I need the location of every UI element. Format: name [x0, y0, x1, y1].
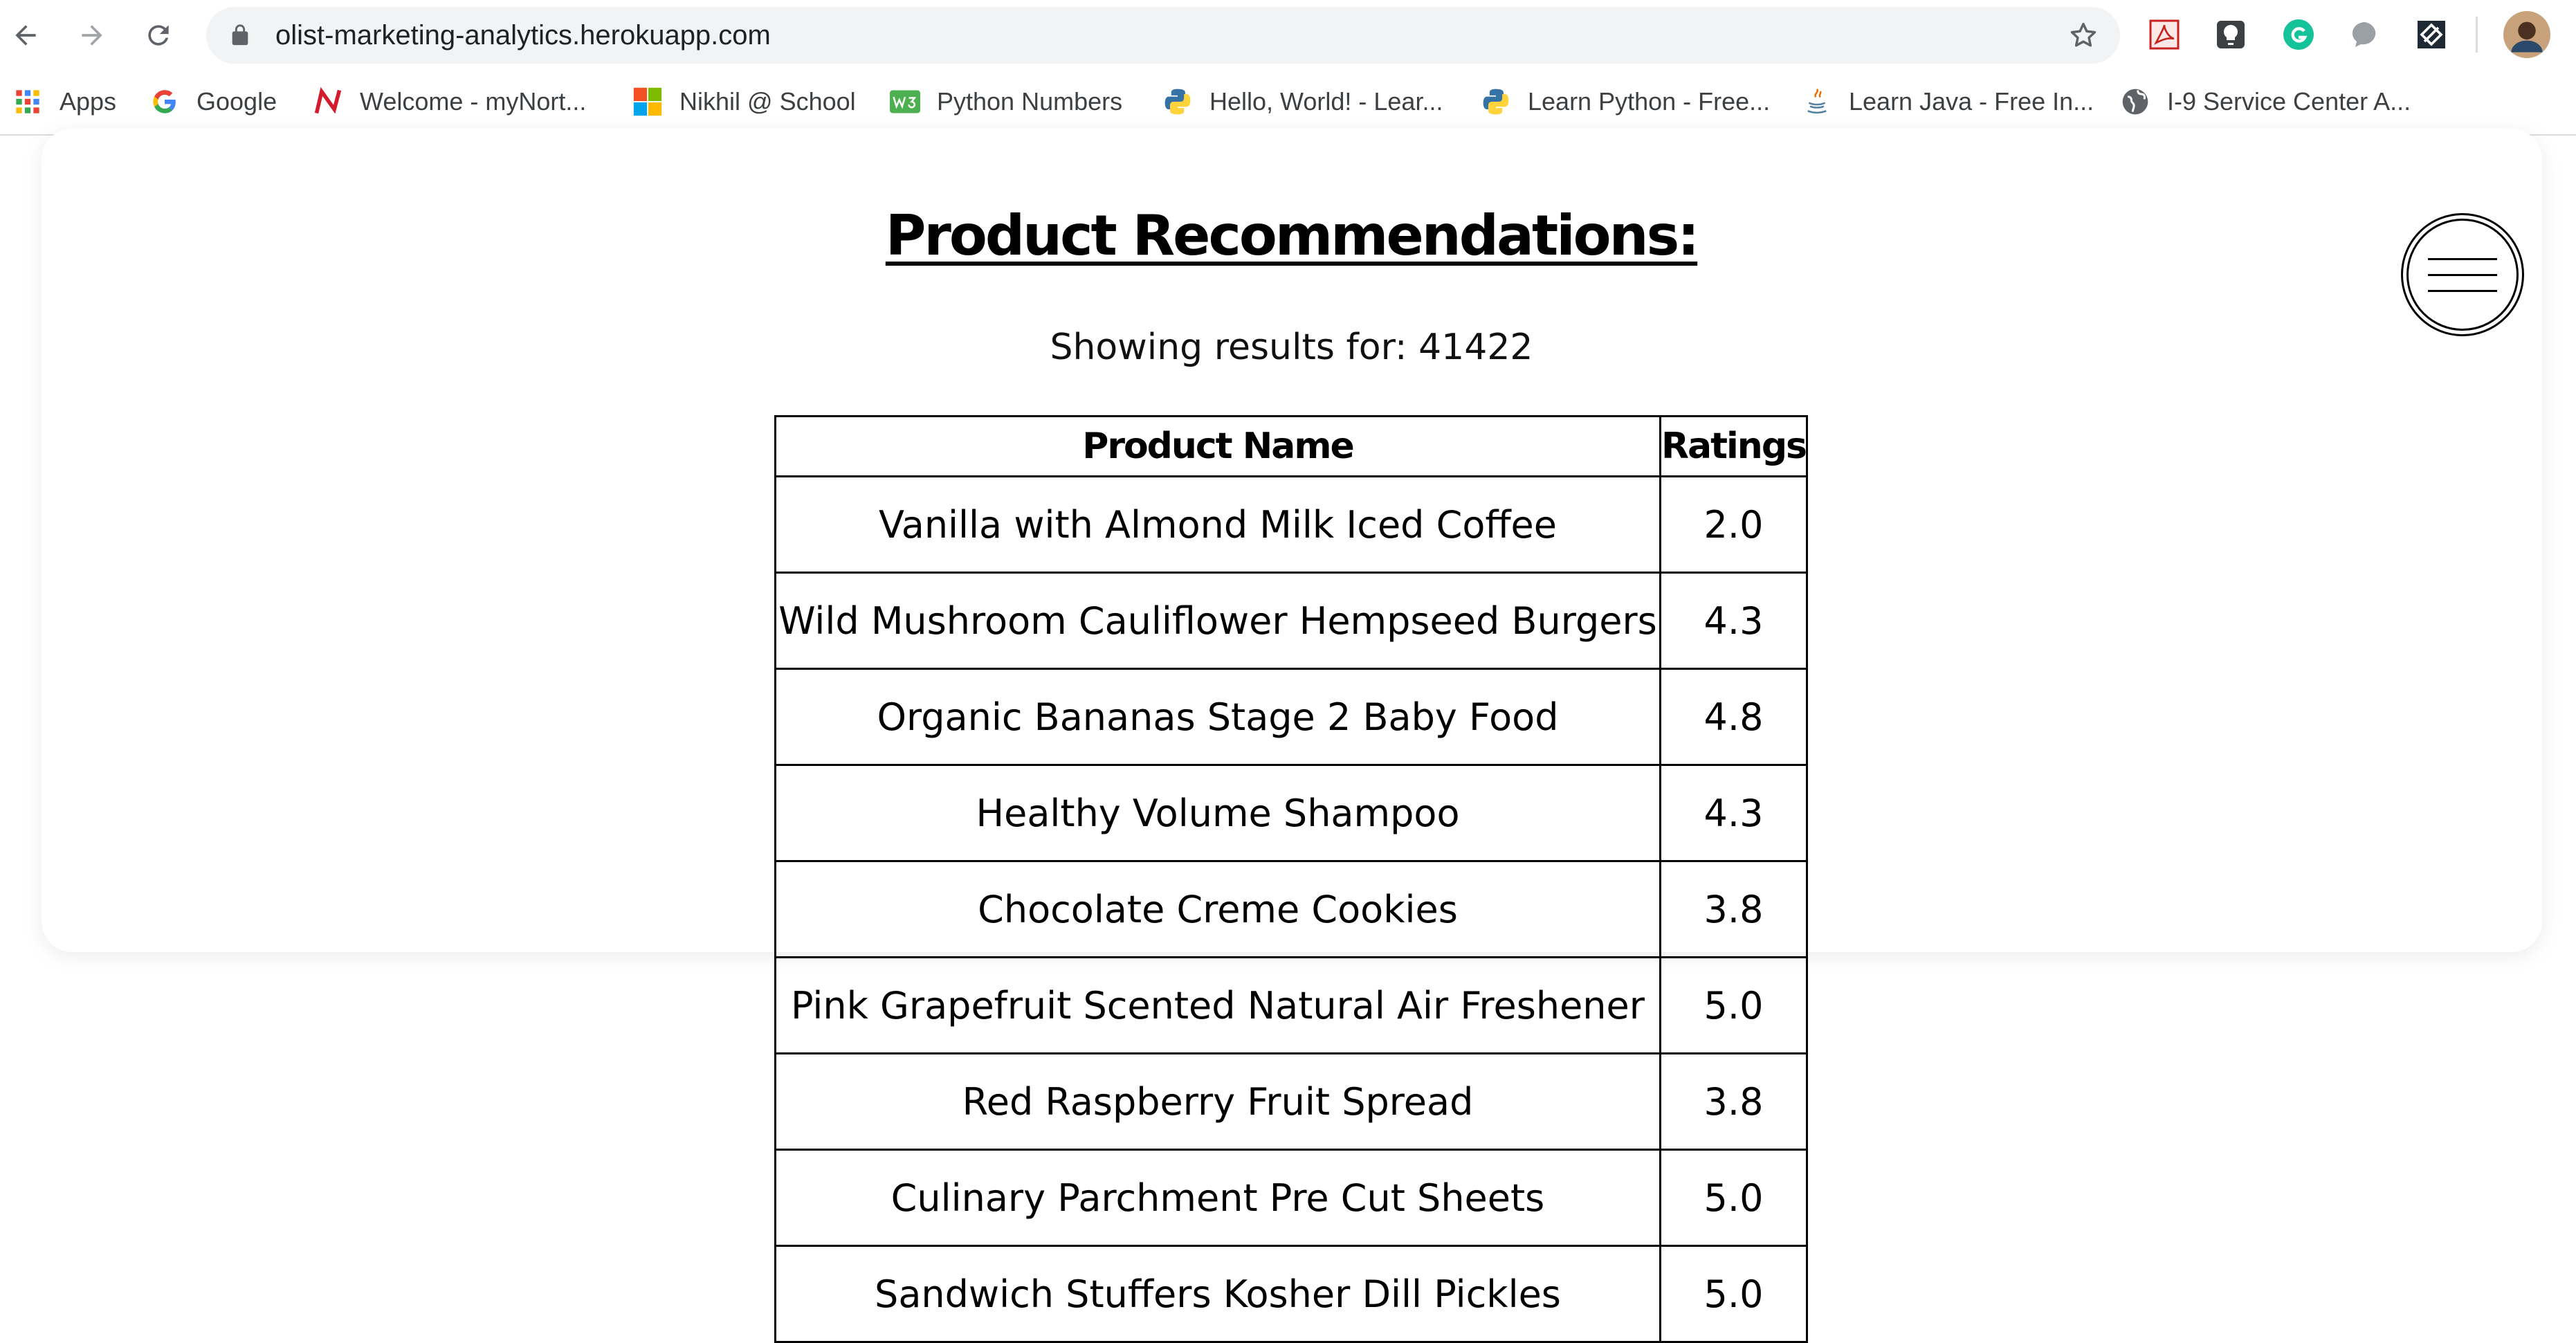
table-row: Chocolate Creme Cookies 3.8 — [774, 860, 1809, 958]
back-arrow-icon[interactable] — [4, 14, 47, 57]
table-header-row: Product Name Ratings — [774, 415, 1809, 477]
rating-cell: 4.3 — [1659, 764, 1809, 862]
column-header-ratings: Ratings — [1659, 415, 1809, 477]
forward-arrow-icon[interactable] — [71, 14, 113, 57]
toolbar-separator — [2476, 17, 2478, 53]
python-icon — [1162, 86, 1193, 117]
product-name-cell: Wild Mushroom Cauliflower Hempseed Burge… — [774, 572, 1661, 670]
google-icon — [149, 86, 180, 117]
grammarly-icon[interactable] — [2279, 15, 2318, 54]
table-row: Culinary Parchment Pre Cut Sheets 5.0 — [774, 1149, 1809, 1247]
bookmark-label: I-9 Service Center A... — [2167, 87, 2411, 116]
rating-cell: 4.3 — [1659, 572, 1809, 670]
rating-cell: 5.0 — [1659, 1245, 1809, 1343]
pdf-extension-icon[interactable] — [2145, 15, 2184, 54]
bookmark-python-numbers[interactable]: Python Numbers — [890, 69, 1122, 134]
apps-grid-icon — [12, 86, 43, 117]
product-name-cell: Sandwich Stuffers Kosher Dill Pickles — [774, 1245, 1661, 1343]
browser-toolbar: olist-marketing-analytics.herokuapp.com — [0, 0, 2576, 69]
bookmark-label: Apps — [60, 87, 117, 116]
avatar[interactable] — [2503, 11, 2550, 58]
bookmark-google[interactable]: Google — [149, 69, 277, 134]
rating-cell: 3.8 — [1659, 1052, 1809, 1151]
product-name-cell: Chocolate Creme Cookies — [774, 860, 1661, 958]
rating-cell: 2.0 — [1659, 475, 1809, 574]
bookmark-label: Python Numbers — [937, 87, 1123, 116]
java-icon — [1802, 86, 1832, 117]
bookmark-learn-python-free[interactable]: Learn Python - Free... — [1481, 69, 1770, 134]
product-name-cell: Healthy Volume Shampoo — [774, 764, 1661, 862]
product-table: Product Name Ratings Vanilla with Almond… — [774, 415, 1809, 1343]
hamburger-menu-icon — [2406, 219, 2519, 331]
hamburger-menu-button[interactable] — [2401, 213, 2524, 336]
rating-cell: 5.0 — [1659, 1149, 1809, 1247]
results-subtitle: Showing results for: 41422 — [1050, 327, 1533, 368]
diamond-extension-icon[interactable] — [2412, 15, 2451, 54]
reload-icon[interactable] — [137, 14, 180, 57]
rating-cell: 3.8 — [1659, 860, 1809, 958]
table-row: Red Raspberry Fruit Spread 3.8 — [774, 1052, 1809, 1151]
bookmark-learn-java-free[interactable]: Learn Java - Free In... — [1802, 69, 2094, 134]
bookmark-welcome-mynortheastern[interactable]: Welcome - myNort... — [313, 69, 586, 134]
python-icon — [1481, 86, 1511, 117]
microsoft-icon — [632, 86, 663, 117]
w3schools-icon — [890, 86, 920, 117]
northeastern-icon — [313, 86, 343, 117]
rating-cell: 4.8 — [1659, 668, 1809, 766]
idea-extension-icon[interactable] — [2211, 15, 2250, 54]
lock-icon[interactable] — [228, 22, 252, 52]
bookmark-label: Nikhil @ School — [679, 87, 856, 116]
bookmark-i9-service-center[interactable]: I-9 Service Center A... — [2120, 69, 2411, 134]
product-name-cell: Culinary Parchment Pre Cut Sheets — [774, 1149, 1661, 1247]
bookmark-label: Hello, World! - Lear... — [1209, 87, 1443, 116]
table-row: Healthy Volume Shampoo 4.3 — [774, 764, 1809, 862]
bookmark-label: Google — [197, 87, 277, 116]
bookmark-nikhil-school[interactable]: Nikhil @ School — [632, 69, 856, 134]
product-name-cell: Organic Bananas Stage 2 Baby Food — [774, 668, 1661, 766]
column-header-product-name: Product Name — [774, 415, 1661, 477]
product-name-cell: Vanilla with Almond Milk Iced Coffee — [774, 475, 1661, 574]
globe-icon — [2120, 86, 2150, 117]
product-name-cell: Pink Grapefruit Scented Natural Air Fres… — [774, 956, 1661, 1054]
bookmark-star-icon[interactable] — [2067, 19, 2099, 55]
page-title: Product Recommendations: — [885, 203, 1699, 268]
table-row: Organic Bananas Stage 2 Baby Food 4.8 — [774, 668, 1809, 766]
table-row: Vanilla with Almond Milk Iced Coffee 2.0 — [774, 475, 1809, 574]
bookmark-hello-world-learn[interactable]: Hello, World! - Lear... — [1162, 69, 1443, 134]
bookmarks-bar: Apps Google Welcome - myNort... Nikhil @… — [0, 69, 2576, 136]
address-bar[interactable]: olist-marketing-analytics.herokuapp.com — [206, 7, 2120, 64]
bookmark-label: Learn Python - Free... — [1528, 87, 1771, 116]
table-row: Pink Grapefruit Scented Natural Air Fres… — [774, 956, 1809, 1054]
bookmark-label: Welcome - myNort... — [360, 87, 587, 116]
table-row: Sandwich Stuffers Kosher Dill Pickles 5.… — [774, 1245, 1809, 1343]
page-viewport: Product Recommendations: Showing results… — [0, 129, 2576, 1343]
rating-cell: 5.0 — [1659, 956, 1809, 1054]
table-row: Wild Mushroom Cauliflower Hempseed Burge… — [774, 572, 1809, 670]
bookmark-label: Learn Java - Free In... — [1849, 87, 2094, 116]
url-text[interactable]: olist-marketing-analytics.herokuapp.com — [275, 7, 771, 64]
chat-bubble-icon[interactable] — [2346, 15, 2384, 54]
bookmark-apps[interactable]: Apps — [12, 69, 116, 134]
product-name-cell: Red Raspberry Fruit Spread — [774, 1052, 1661, 1151]
